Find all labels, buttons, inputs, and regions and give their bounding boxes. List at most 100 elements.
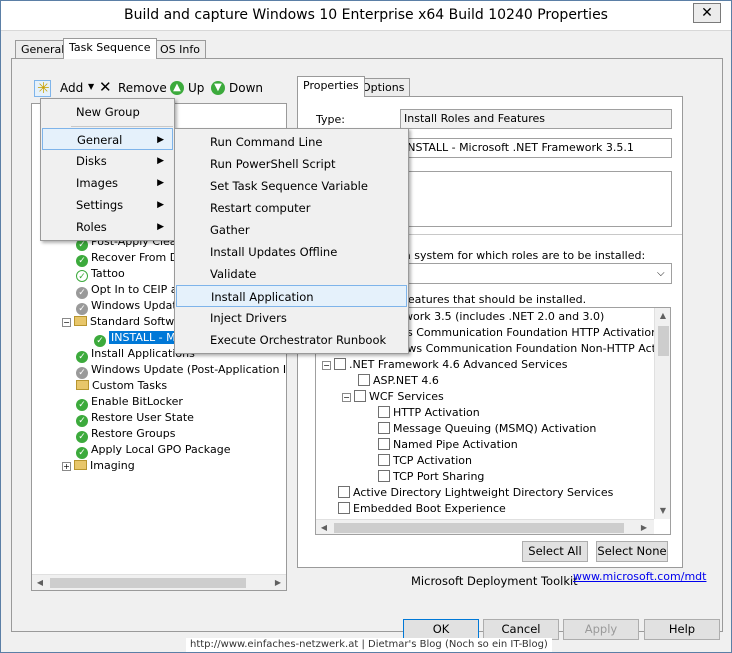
feature-item[interactable]: Named Pipe Activation — [378, 437, 518, 453]
up-button[interactable]: Up — [188, 81, 204, 95]
select-none-button[interactable]: Select None — [596, 541, 668, 562]
collapse-icon[interactable]: − — [62, 318, 71, 327]
os-select[interactable]: ⌵ — [400, 263, 672, 284]
ok-button[interactable]: OK — [403, 619, 479, 640]
feature-checkbox[interactable] — [334, 358, 346, 370]
general-submenu: Run Command Line Run PowerShell Script S… — [174, 128, 409, 354]
tab-task-sequence[interactable]: Task Sequence — [63, 38, 157, 59]
tab-properties[interactable]: Properties — [297, 76, 365, 97]
add-button[interactable]: Add — [60, 81, 83, 95]
scroll-thumb[interactable] — [50, 578, 246, 588]
watermark: http://www.einfaches-netzwerk.at | Dietm… — [186, 638, 552, 652]
scroll-right-icon[interactable]: ▶ — [636, 520, 652, 534]
feature-checkbox[interactable] — [338, 486, 350, 498]
help-button[interactable]: Help — [644, 619, 720, 640]
name-field[interactable]: INSTALL - Microsoft .NET Framework 3.5.1 — [400, 138, 672, 158]
menu-item-gather[interactable]: Gather — [177, 219, 406, 241]
feature-checkbox[interactable] — [354, 390, 366, 402]
menu-item-install-updates-offline[interactable]: Install Updates Offline — [177, 241, 406, 263]
window-title: Build and capture Windows 10 Enterprise … — [124, 7, 608, 23]
feature-item[interactable]: TCP Activation — [378, 453, 472, 469]
scroll-right-icon[interactable]: ▶ — [270, 575, 286, 591]
features-vertical-scrollbar[interactable]: ▲ ▼ — [654, 308, 670, 519]
expand-icon[interactable]: + — [62, 462, 71, 471]
feature-checkbox[interactable] — [378, 438, 390, 450]
folder-icon — [74, 460, 87, 470]
folder-icon — [76, 380, 89, 390]
select-all-button[interactable]: Select All — [522, 541, 588, 562]
feature-item[interactable]: Message Queuing (MSMQ) Activation — [378, 421, 596, 437]
feature-item[interactable]: − .NET Framework 4.6 Advanced Services — [322, 357, 568, 373]
feature-item[interactable]: TCP Port Sharing — [378, 469, 484, 485]
properties-window: Build and capture Windows 10 Enterprise … — [0, 0, 732, 653]
menu-item-images[interactable]: Images ▶ — [43, 172, 172, 194]
type-label: Type: — [316, 113, 345, 126]
feature-checkbox[interactable] — [338, 502, 350, 514]
scroll-thumb[interactable] — [334, 523, 624, 533]
menu-item-run-command-line[interactable]: Run Command Line — [177, 131, 406, 153]
menu-item-disks[interactable]: Disks ▶ — [43, 150, 172, 172]
tree-horizontal-scrollbar[interactable]: ◀ ▶ — [32, 574, 286, 590]
collapse-icon[interactable]: − — [322, 361, 331, 370]
tree-item[interactable]: ✓ Apply Local GPO Package — [76, 442, 230, 459]
feature-item[interactable]: ASP.NET 4.6 — [358, 373, 439, 389]
tree-group[interactable]: + Imaging — [62, 458, 135, 474]
description-field[interactable] — [400, 171, 672, 227]
menu-item-run-powershell-script[interactable]: Run PowerShell Script — [177, 153, 406, 175]
menu-item-settings[interactable]: Settings ▶ — [43, 194, 172, 216]
feature-item[interactable]: − WCF Services — [342, 389, 444, 405]
check-outline-icon: ✓ — [76, 270, 88, 282]
menu-item-execute-orchestrator-runbook[interactable]: Execute Orchestrator Runbook — [177, 329, 406, 351]
feature-checkbox[interactable] — [378, 470, 390, 482]
collapse-icon[interactable]: − — [342, 393, 351, 402]
menu-item-install-application[interactable]: Install Application — [176, 285, 407, 307]
feature-item[interactable]: ws Communication Foundation HTTP Activat… — [398, 325, 658, 341]
scroll-left-icon[interactable]: ◀ — [316, 520, 332, 534]
feature-checkbox[interactable] — [378, 422, 390, 434]
tree-item[interactable]: ✓ Restore Groups — [76, 426, 175, 443]
menu-item-inject-drivers[interactable]: Inject Drivers — [177, 307, 406, 329]
apply-button[interactable]: Apply — [563, 619, 639, 640]
close-button[interactable]: ✕ — [693, 3, 721, 23]
menu-item-restart-computer[interactable]: Restart computer — [177, 197, 406, 219]
tree-item[interactable]: ✓ Enable BitLocker — [76, 394, 183, 411]
menu-item-new-group[interactable]: New Group — [43, 101, 172, 123]
feature-checkbox[interactable] — [378, 454, 390, 466]
up-arrow-icon: ▲ — [170, 81, 184, 95]
menu-item-set-task-sequence-variable[interactable]: Set Task Sequence Variable — [177, 175, 406, 197]
mdt-footer: Microsoft Deployment Toolkit www.microso… — [297, 568, 706, 592]
menu-separator — [71, 126, 173, 127]
tree-group[interactable]: − Standard Software — [62, 314, 192, 330]
features-horizontal-scrollbar[interactable]: ◀ ▶ — [316, 519, 654, 534]
menu-item-roles[interactable]: Roles ▶ — [43, 216, 172, 238]
scroll-thumb[interactable] — [658, 326, 669, 356]
feature-item[interactable]: work 3.5 (includes .NET 2.0 and 3.0) — [404, 309, 604, 325]
scroll-down-icon[interactable]: ▼ — [655, 503, 670, 519]
tree-item[interactable]: ✓ Restore User State — [76, 410, 194, 427]
remove-button[interactable]: Remove — [118, 81, 167, 95]
feature-item[interactable]: Embedded Boot Experience — [338, 501, 506, 517]
feature-item[interactable]: HTTP Activation — [378, 405, 480, 421]
tab-os-info[interactable]: OS Info — [154, 40, 206, 59]
scroll-up-icon[interactable]: ▲ — [655, 308, 670, 324]
tree-item[interactable]: ✓Windows Update (Post-Application Instal… — [76, 362, 286, 379]
tree-item[interactable]: ✓ Tattoo — [76, 266, 125, 282]
chevron-down-icon[interactable]: ⌵ — [657, 265, 665, 283]
os-label: a system for which roles are to be insta… — [404, 249, 646, 262]
folder-icon — [74, 316, 87, 326]
mdt-brand: Microsoft Deployment Toolkit — [411, 574, 578, 588]
submenu-arrow-icon: ▶ — [157, 135, 164, 145]
down-button[interactable]: Down — [229, 81, 263, 95]
add-menu: New Group General ▶ Disks ▶ Images ▶ Settin… — [40, 98, 175, 241]
menu-item-general[interactable]: General ▶ — [42, 128, 173, 150]
tree-group[interactable]: Custom Tasks — [76, 378, 167, 394]
feature-checkbox[interactable] — [358, 374, 370, 386]
feature-item[interactable]: Active Directory Lightweight Directory S… — [338, 485, 613, 501]
submenu-arrow-icon: ▶ — [157, 200, 164, 210]
mdt-link[interactable]: www.microsoft.com/mdt — [573, 570, 706, 583]
add-dropdown-arrow-icon[interactable]: ▼ — [88, 82, 94, 91]
scroll-left-icon[interactable]: ◀ — [32, 575, 48, 591]
feature-checkbox[interactable] — [378, 406, 390, 418]
menu-item-validate[interactable]: Validate — [177, 263, 406, 285]
cancel-button[interactable]: Cancel — [483, 619, 559, 640]
